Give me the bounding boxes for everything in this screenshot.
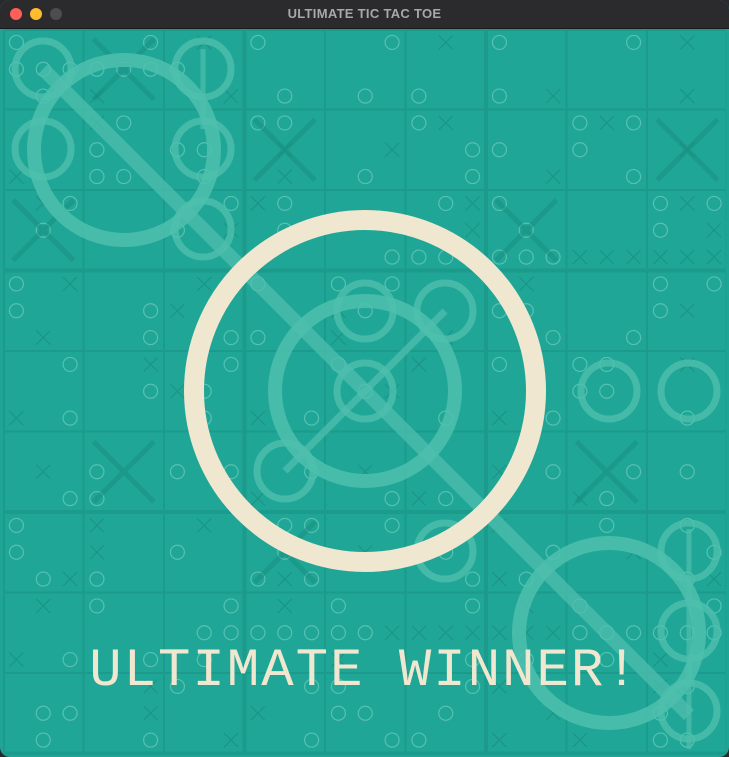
winner-message: ULTIMATE WINNER! — [89, 641, 640, 702]
window-title: ULTIMATE TIC TAC TOE — [287, 6, 442, 21]
title-bar: ULTIMATE TIC TAC TOE — [0, 0, 729, 29]
game-board[interactable]: ULTIMATE WINNER! — [3, 29, 726, 755]
app-window: ULTIMATE TIC TAC TOE ULTIMATE WINNER! — [0, 0, 729, 757]
winner-o-symbol — [184, 210, 546, 572]
